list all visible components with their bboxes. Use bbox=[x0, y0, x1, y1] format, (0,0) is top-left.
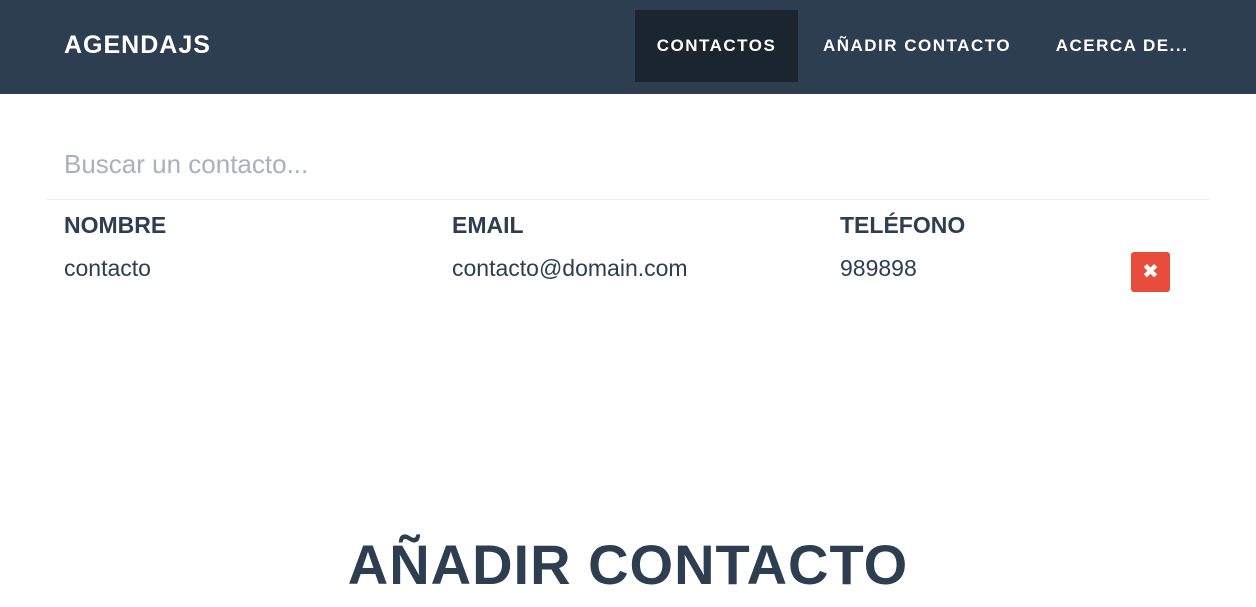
add-contact-section-title: AÑADIR CONTACTO bbox=[347, 533, 909, 596]
close-icon: ✖ bbox=[1142, 261, 1159, 283]
cell-email: contacto@domain.com bbox=[452, 255, 688, 281]
cell-nombre: contacto bbox=[64, 255, 151, 281]
brand-logo[interactable]: AGENDAJS bbox=[64, 31, 211, 60]
nav-item-anadir-contacto[interactable]: AÑADIR CONTACTO bbox=[798, 10, 1036, 82]
navbar: AGENDAJS CONTACTOS AÑADIR CONTACTO ACERC… bbox=[0, 0, 1256, 94]
nav-item-acerca-de[interactable]: ACERCA DE... bbox=[1036, 10, 1208, 82]
delete-contact-button[interactable]: ✖ bbox=[1131, 252, 1170, 292]
column-header-nombre: NOMBRE bbox=[64, 212, 167, 238]
search-input[interactable] bbox=[46, 130, 1210, 200]
nav-item-contactos[interactable]: CONTACTOS bbox=[635, 10, 798, 82]
cell-telefono: 989898 bbox=[840, 255, 917, 281]
column-header-email: EMAIL bbox=[452, 212, 524, 238]
column-header-telefono: TELÉFONO bbox=[840, 212, 966, 238]
